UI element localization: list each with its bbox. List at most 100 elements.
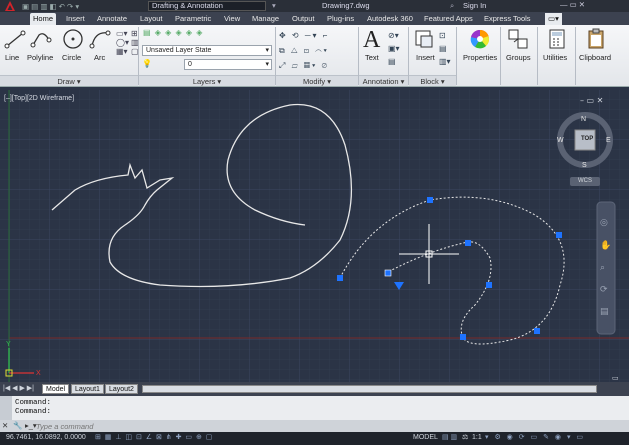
nav-wheel-icon: ◎ <box>600 218 608 228</box>
tab-output[interactable]: Output <box>289 13 318 25</box>
draw-panel-title[interactable]: Draw ▾ <box>0 75 138 86</box>
compass-west[interactable]: W <box>557 137 564 144</box>
draw-small-tools[interactable]: ▭▾ ◯▾ ▦▾ <box>116 29 129 56</box>
autocad-logo-icon[interactable] <box>3 0 17 12</box>
status-tray-icons[interactable]: ▾ ⚙ ◉ ⟳ ▭ ✎ ◉ ▾ ▭ <box>485 433 585 441</box>
search-icon[interactable]: ⌕ <box>450 1 454 11</box>
arc-button[interactable]: Arc <box>94 53 105 62</box>
viewport-controls-label[interactable]: [–][Top][2D Wireframe] <box>4 95 74 102</box>
line-button[interactable]: Line <box>5 53 19 62</box>
circle-icon[interactable] <box>61 27 85 51</box>
compass-north[interactable]: N <box>581 116 586 123</box>
drafting-toggles[interactable]: ⊞ ▦ ⊥ ◫ ⊡ ∠ ⊠ ⋔ ✚ ▭ ⊕ ▢ <box>95 433 213 441</box>
ribbon: Line Polyline Circle Arc ▭▾ ◯▾ ▦▾ ⊞ ▥ ▢ Draw… <box>0 25 629 87</box>
wcs-menu[interactable]: WCS <box>570 177 600 186</box>
ribbon-tabs: Home Insert Annotate Layout Parametric V… <box>0 12 629 25</box>
horizontal-scrollbar[interactable] <box>142 385 597 393</box>
tab-express-tools[interactable]: Express Tools <box>481 13 534 25</box>
tab-layout1[interactable]: Layout1 <box>71 384 104 394</box>
block-panel-title[interactable]: Block ▾ <box>409 75 456 86</box>
grip-handle <box>384 269 392 277</box>
model-space-button[interactable]: MODEL <box>413 434 438 441</box>
tab-layout[interactable]: Layout <box>137 13 166 25</box>
quick-access-icons[interactable]: ▣ ▤ ▥ ◧ ↶ ↷ ▾ <box>22 2 79 11</box>
line-icon[interactable] <box>4 28 26 50</box>
lightbulb-icon[interactable]: 💡 <box>142 59 152 68</box>
utilities-icon[interactable] <box>546 28 568 50</box>
workspace-selector[interactable]: Drafting & Annotation <box>148 1 266 11</box>
orbit-icon: ⟳ <box>600 285 608 295</box>
scroll-arrow-icon: ▭ <box>612 374 619 382</box>
clipboard-button[interactable]: Clipboard <box>579 53 611 62</box>
grip-handle <box>337 275 343 281</box>
modify-tools[interactable]: ✥ ⟲ ─▾ ⌐ ⧉ △ ⊡ ⌒▾ ⤢ ▱ ▦▾ ⌀ <box>279 28 329 73</box>
ribbon-toggle-button[interactable]: ▭▾ <box>545 13 562 25</box>
tab-model[interactable]: Model <box>42 384 70 394</box>
layer-tools-row1[interactable]: ▤ ◈ ◈ ◈ ◈ ◈ <box>143 28 203 37</box>
insert-block-icon[interactable] <box>413 28 435 50</box>
tab-autodesk-360[interactable]: Autodesk 360 <box>364 13 416 25</box>
annotation-panel-title[interactable]: Annotation ▾ <box>359 75 408 86</box>
command-input[interactable] <box>36 421 616 431</box>
annotation-small-tools[interactable]: ⊘▾ ▣▾ ▤ <box>388 29 400 68</box>
annotation-scale-icon[interactable]: ⚖ <box>462 433 468 441</box>
document-title: Drawing7.dwg <box>322 1 370 10</box>
modify-panel-title[interactable]: Modify ▾ <box>276 75 358 86</box>
arc-icon[interactable] <box>89 28 111 50</box>
insert-button[interactable]: Insert <box>416 53 435 62</box>
tab-layout2[interactable]: Layout2 <box>105 384 138 394</box>
utilities-button[interactable]: Utilities <box>543 53 567 62</box>
drawing-viewport[interactable]: Y X ◎ ✋ ⌕ ⟳ ▤ – ▭ ✕ ▭ <box>0 90 629 382</box>
viewcube-top-face[interactable]: TOP <box>581 136 593 142</box>
command-prompt-icon[interactable]: ▸_▾ <box>25 421 37 430</box>
properties-button[interactable]: Properties <box>463 53 497 62</box>
clipboard-icon[interactable] <box>585 28 607 50</box>
tab-insert[interactable]: Insert <box>63 13 88 25</box>
tab-home[interactable]: Home <box>30 13 57 25</box>
window-controls[interactable]: — ▭ ✕ <box>560 0 585 9</box>
compass-east[interactable]: E <box>606 137 611 144</box>
text-icon[interactable]: A <box>363 27 380 54</box>
annotation-scale[interactable]: 1:1 <box>472 434 482 441</box>
separator <box>537 27 538 85</box>
layer-state-dropdown[interactable]: Unsaved Layer State ▾ <box>142 45 272 56</box>
command-history-line: Command: <box>15 399 52 407</box>
command-window-grip[interactable] <box>0 396 12 420</box>
svg-text:X: X <box>36 370 41 377</box>
layout-nav-arrows[interactable]: |◀ ◀ ▶ ▶| <box>3 384 34 392</box>
zoom-icon: ⌕ <box>600 263 605 273</box>
groups-button[interactable]: Groups <box>506 53 531 62</box>
coordinate-readout[interactable]: 96.7461, 16.0892, 0.0000 <box>6 434 86 441</box>
workspace-dropdown-icon[interactable]: ▾ <box>272 1 276 10</box>
status-bar: 96.7461, 16.0892, 0.0000 ⊞ ▦ ⊥ ◫ ⊡ ∠ ⊠ ⋔… <box>0 432 629 445</box>
tab-featured-apps[interactable]: Featured Apps <box>421 13 476 25</box>
text-button[interactable]: Text <box>365 53 379 62</box>
properties-color-wheel-icon[interactable] <box>469 28 491 50</box>
svg-text:Y: Y <box>6 341 11 348</box>
drawing-canvas[interactable]: Y X ◎ ✋ ⌕ ⟳ ▤ – ▭ ✕ ▭ <box>0 90 629 382</box>
groups-icon[interactable] <box>507 28 529 50</box>
tab-annotate[interactable]: Annotate <box>94 13 130 25</box>
tab-view[interactable]: View <box>221 13 243 25</box>
grip-handle <box>460 334 466 340</box>
showmotion-icon: ▤ <box>600 307 609 317</box>
command-history-line: Command: <box>15 408 52 416</box>
layers-panel-title[interactable]: Layers ▾ <box>139 75 275 86</box>
close-icon[interactable]: ✕ <box>2 421 8 430</box>
polyline-icon[interactable] <box>30 28 52 50</box>
grip-handle <box>534 328 540 334</box>
circle-button[interactable]: Circle <box>62 53 81 62</box>
separator <box>456 27 457 85</box>
command-line: ✕ 🔧 ▸_▾ <box>0 420 629 432</box>
polyline-button[interactable]: Polyline <box>27 53 53 62</box>
tab-parametric[interactable]: Parametric <box>172 13 214 25</box>
layout-icons[interactable]: ▤ ▥ <box>442 433 457 441</box>
sign-in-button[interactable]: Sign In <box>463 1 486 10</box>
layer-dropdown[interactable]: 0 ▾ <box>184 59 272 70</box>
block-small-tools[interactable]: ⊡ ▤ ▥▾ <box>439 29 451 68</box>
wrench-icon[interactable]: 🔧 <box>13 421 22 430</box>
pan-icon: ✋ <box>600 239 611 251</box>
tab-plug-ins[interactable]: Plug-ins <box>324 13 357 25</box>
compass-south[interactable]: S <box>582 162 587 169</box>
tab-manage[interactable]: Manage <box>249 13 282 25</box>
